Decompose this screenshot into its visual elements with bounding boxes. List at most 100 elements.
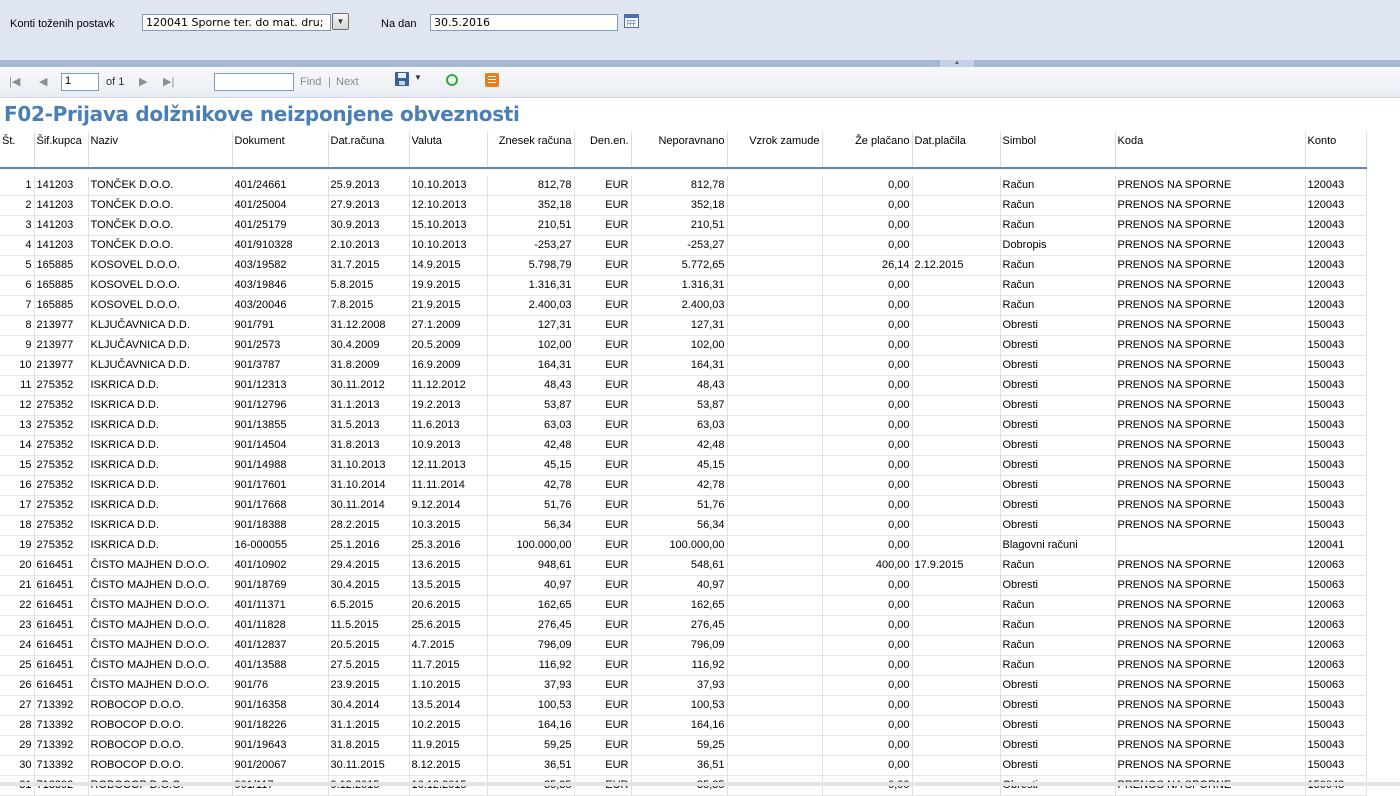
table-cell: KLJUČAVNICA D.D. <box>88 335 233 356</box>
table-cell <box>727 295 823 316</box>
table-cell: 162,65 <box>631 595 728 616</box>
table-cell: 0,00 <box>822 275 913 296</box>
table-cell: 275352 <box>34 495 89 516</box>
refresh-icon[interactable] <box>446 74 458 86</box>
table-cell: PRENOS NA SPORNE <box>1115 675 1306 696</box>
column-header[interactable]: Valuta <box>409 132 488 169</box>
table-cell: 14 <box>0 435 35 456</box>
table-cell: KOSOVEL D.O.O. <box>88 275 233 296</box>
first-page-icon[interactable]: |◀ <box>9 75 20 88</box>
table-cell: 5.772,65 <box>631 255 728 276</box>
table-cell: 6 <box>0 275 35 296</box>
table-cell: 102,00 <box>631 335 728 356</box>
table-cell: 401/25004 <box>232 195 329 216</box>
table-cell: 10.3.2015 <box>409 515 488 536</box>
table-cell: 150043 <box>1305 415 1367 436</box>
column-header[interactable]: Že plačano <box>822 132 913 169</box>
table-cell: 616451 <box>34 615 89 636</box>
table-row: 13 275352 ISKRICA D.D. 901/13855 31.5.2013 11… <box>0 415 1367 436</box>
table-cell: 17 <box>0 495 35 516</box>
next-link[interactable]: Next <box>336 76 359 88</box>
table-cell: Obresti <box>1000 395 1116 416</box>
column-header[interactable]: Dat.računa <box>328 132 410 169</box>
table-cell: PRENOS NA SPORNE <box>1115 435 1306 456</box>
export-icon[interactable] <box>395 72 409 86</box>
previous-page-icon[interactable]: ◀ <box>39 75 47 88</box>
panel-splitter[interactable] <box>0 60 1400 67</box>
horizontal-scrollbar[interactable] <box>0 782 1400 786</box>
table-cell: 22 <box>0 595 35 616</box>
table-cell: 0,00 <box>822 615 913 636</box>
table-cell: TONČEK D.O.O. <box>88 215 233 236</box>
column-header[interactable]: Vzrok zamude <box>727 132 823 169</box>
table-cell: ISKRICA D.D. <box>88 515 233 536</box>
table-cell <box>727 215 823 236</box>
find-input[interactable] <box>214 73 294 91</box>
table-cell: 276,45 <box>631 615 728 636</box>
table-body: 1 141203 TONČEK D.O.O. 401/24661 25.9.2013 10… <box>0 168 1367 796</box>
table-cell: 0,00 <box>822 375 913 396</box>
table-cell <box>1115 535 1306 556</box>
table-cell: PRENOS NA SPORNE <box>1115 735 1306 756</box>
table-cell: 31.12.2008 <box>328 315 410 336</box>
table-cell: PRENOS NA SPORNE <box>1115 495 1306 516</box>
column-header[interactable]: Konto <box>1305 132 1367 169</box>
table-cell: 150043 <box>1305 695 1367 716</box>
column-header[interactable]: Simbol <box>1000 132 1116 169</box>
table-cell: TONČEK D.O.O. <box>88 235 233 256</box>
dropdown-arrow-icon[interactable]: ▼ <box>332 13 349 30</box>
column-header[interactable]: Neporavnano <box>631 132 728 169</box>
table-cell: 30.11.2014 <box>328 495 410 516</box>
table-cell: 7 <box>0 295 35 316</box>
table-cell: 53,87 <box>631 395 728 416</box>
find-link[interactable]: Find <box>300 76 321 88</box>
calendar-icon[interactable] <box>624 14 639 28</box>
table-cell: Blagovni računi <box>1000 535 1116 556</box>
table-cell: 0,00 <box>822 635 913 656</box>
table-cell: 165885 <box>34 275 89 296</box>
table-cell: 120043 <box>1305 215 1367 236</box>
table-cell: Obresti <box>1000 335 1116 356</box>
table-cell: 25.9.2013 <box>328 176 410 196</box>
table-cell: PRENOS NA SPORNE <box>1115 395 1306 416</box>
table-cell: ROBOCOP D.O.O. <box>88 755 233 776</box>
column-header[interactable]: Znesek računa <box>487 132 575 169</box>
table-cell <box>727 735 823 756</box>
table-cell: 24 <box>0 635 35 656</box>
table-cell: 100,53 <box>487 695 575 716</box>
date-input[interactable]: 30.5.2016 <box>430 14 618 31</box>
column-header[interactable]: Den.en. <box>574 132 632 169</box>
table-cell: 401/11371 <box>232 595 329 616</box>
table-cell: EUR <box>574 235 632 256</box>
column-header[interactable]: Dat.plačila <box>912 132 1001 169</box>
column-header[interactable]: Šif.kupca <box>34 132 89 169</box>
table-cell: 1 <box>0 176 35 196</box>
table-cell: 150043 <box>1305 495 1367 516</box>
rss-feed-icon[interactable] <box>485 73 499 87</box>
table-cell: 352,18 <box>631 195 728 216</box>
table-cell: PRENOS NA SPORNE <box>1115 715 1306 736</box>
table-cell: EUR <box>574 275 632 296</box>
table-row: 27 713392 ROBOCOP D.O.O. 901/16358 30.4.2014… <box>0 695 1367 716</box>
export-dropdown-icon[interactable]: ▼ <box>414 73 422 82</box>
table-cell: 0,00 <box>822 695 913 716</box>
table-cell: ISKRICA D.D. <box>88 495 233 516</box>
next-page-icon[interactable]: ▶ <box>139 75 147 88</box>
table-cell: 275352 <box>34 515 89 536</box>
collapse-grip-icon[interactable]: ▲ <box>940 60 974 67</box>
table-cell: 616451 <box>34 595 89 616</box>
table-cell <box>727 715 823 736</box>
konti-dropdown[interactable]: 120041 Sporne ter. do mat. dru; <box>142 14 331 31</box>
page-number-input[interactable]: 1 <box>61 73 99 91</box>
table-cell: PRENOS NA SPORNE <box>1115 375 1306 396</box>
column-header[interactable]: Naziv <box>88 132 233 169</box>
column-header[interactable]: Koda <box>1115 132 1306 169</box>
table-cell: 25.1.2016 <box>328 535 410 556</box>
column-header[interactable]: Dokument <box>232 132 329 169</box>
table-cell: 150063 <box>1305 575 1367 596</box>
table-cell: Račun <box>1000 595 1116 616</box>
column-header[interactable]: Št. <box>0 132 35 169</box>
last-page-icon[interactable]: ▶| <box>163 75 174 88</box>
table-cell: 27 <box>0 695 35 716</box>
table-cell <box>912 195 1001 216</box>
